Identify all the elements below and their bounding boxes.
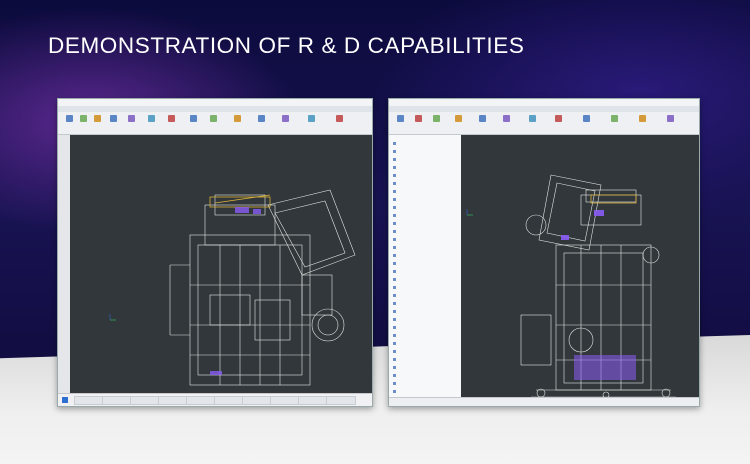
cad-ribbon-icon[interactable] [94, 115, 101, 122]
tree-item[interactable] [393, 181, 398, 186]
taskbar-app[interactable] [214, 396, 244, 405]
tree-item[interactable] [393, 389, 398, 394]
tree-item[interactable] [393, 253, 398, 258]
taskbar-app[interactable] [298, 396, 328, 405]
tree-item[interactable] [393, 365, 398, 370]
cad-ribbon-icon[interactable] [234, 115, 241, 122]
tree-item[interactable] [393, 149, 398, 154]
taskbar-app[interactable] [102, 396, 132, 405]
cad-ribbon-icon[interactable] [80, 115, 87, 122]
tree-item[interactable] [393, 309, 398, 314]
cad-window-left [57, 98, 373, 407]
tree-item[interactable] [393, 301, 398, 306]
taskbar-app[interactable] [270, 396, 300, 405]
cad-ribbon-icon[interactable] [336, 115, 343, 122]
taskbar-app[interactable] [242, 396, 272, 405]
tree-item[interactable] [393, 237, 398, 242]
tree-item[interactable] [393, 189, 398, 194]
tree-item[interactable] [393, 293, 398, 298]
cad-ribbon-icon[interactable] [529, 115, 536, 122]
cad-ribbon-icon[interactable] [128, 115, 135, 122]
cad-ribbon-icon[interactable] [282, 115, 289, 122]
tree-item[interactable] [393, 157, 398, 162]
model-viewport[interactable] [461, 135, 699, 398]
tree-item[interactable] [393, 221, 398, 226]
cad-ribbon-icon[interactable] [583, 115, 590, 122]
cad-ribbon-icon[interactable] [503, 115, 510, 122]
os-taskbar[interactable] [58, 393, 372, 406]
tree-item[interactable] [393, 165, 398, 170]
taskbar-app[interactable] [130, 396, 160, 405]
ribbon-toolbar[interactable] [58, 112, 372, 135]
model-viewport[interactable] [70, 135, 372, 394]
model-tree-panel[interactable] [389, 135, 462, 398]
tree-item[interactable] [393, 269, 398, 274]
taskbar-app[interactable] [326, 396, 356, 405]
cad-ribbon-icon[interactable] [639, 115, 646, 122]
cad-ribbon-icon[interactable] [415, 115, 422, 122]
cad-ribbon-icon[interactable] [210, 115, 217, 122]
tree-item[interactable] [393, 213, 398, 218]
cad-ribbon-icon[interactable] [66, 115, 73, 122]
wireframe-model [109, 189, 356, 386]
cad-ribbon-icon[interactable] [667, 115, 674, 122]
tree-item[interactable] [393, 325, 398, 330]
taskbar-app[interactable] [158, 396, 188, 405]
tree-item[interactable] [393, 261, 398, 266]
tree-item[interactable] [393, 197, 398, 202]
tree-item[interactable] [393, 333, 398, 338]
tree-item[interactable] [393, 205, 398, 210]
tree-item[interactable] [393, 317, 398, 322]
cad-ribbon-icon[interactable] [258, 115, 265, 122]
window-titlebar [389, 99, 699, 106]
tree-item[interactable] [393, 173, 398, 178]
tree-item[interactable] [393, 349, 398, 354]
windows-start-icon[interactable] [62, 397, 68, 403]
cad-ribbon-icon[interactable] [455, 115, 462, 122]
taskbar-app[interactable] [74, 396, 104, 405]
page-headline: DEMONSTRATION OF R & D CAPABILITIES [48, 33, 525, 58]
cad-ribbon-icon[interactable] [433, 115, 440, 122]
cad-ribbon-icon[interactable] [397, 115, 404, 122]
ribbon-toolbar[interactable] [389, 112, 699, 135]
tree-item[interactable] [393, 277, 398, 282]
cad-ribbon-icon[interactable] [308, 115, 315, 122]
cad-ribbon-icon[interactable] [148, 115, 155, 122]
taskbar-app[interactable] [186, 396, 216, 405]
tree-item[interactable] [393, 229, 398, 234]
cad-ribbon-icon[interactable] [168, 115, 175, 122]
tree-item[interactable] [393, 357, 398, 362]
tree-item[interactable] [393, 381, 398, 386]
status-bar [389, 397, 699, 406]
tree-item[interactable] [393, 341, 398, 346]
cad-ribbon-icon[interactable] [110, 115, 117, 122]
cad-ribbon-icon[interactable] [555, 115, 562, 122]
cad-ribbon-icon[interactable] [190, 115, 197, 122]
tree-item[interactable] [393, 141, 398, 146]
tree-item[interactable] [393, 373, 398, 378]
cad-window-right [388, 98, 700, 407]
cad-ribbon-icon[interactable] [479, 115, 486, 122]
cad-ribbon-icon[interactable] [611, 115, 618, 122]
wireframe-model [466, 174, 676, 398]
window-titlebar [58, 99, 372, 106]
tree-item[interactable] [393, 245, 398, 250]
tree-item[interactable] [393, 285, 398, 290]
